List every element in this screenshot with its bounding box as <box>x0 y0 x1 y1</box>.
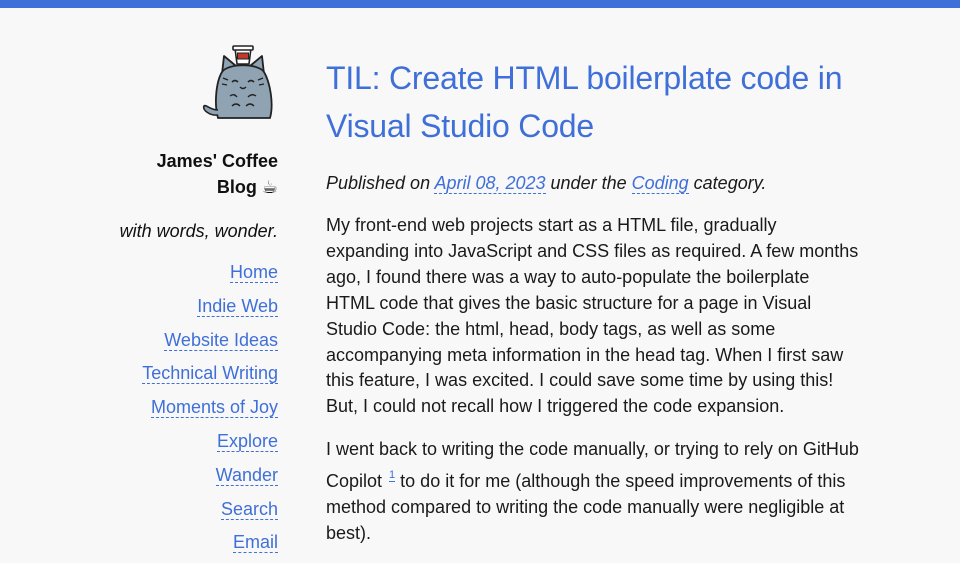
site-tagline: with words, wonder. <box>119 221 278 241</box>
published-prefix: Published on <box>326 173 431 193</box>
nav-item: Website Ideas <box>100 327 278 361</box>
nav-item: Home <box>100 259 278 293</box>
nav-link-home[interactable]: Home <box>229 262 278 283</box>
post-content: TIL: Create HTML boilerplate code in Vis… <box>326 54 866 547</box>
nav-link-indie-web[interactable]: Indie Web <box>197 295 278 317</box>
nav-link-moments-of-joy[interactable]: Moments of Joy <box>150 397 278 419</box>
nav-link-technical-writing[interactable]: Technical Writing <box>142 363 278 385</box>
nav-link-website-ideas[interactable]: Website Ideas <box>164 329 278 351</box>
nav-item: Technical Writing <box>100 360 278 394</box>
nav-item: Search <box>100 496 278 530</box>
post-paragraph-2: I went back to writing the code manually… <box>326 437 862 547</box>
nav-link-explore[interactable]: Explore <box>216 430 278 452</box>
sidebar: James' Coffee Blog ☕ with words, wonder.… <box>100 44 278 563</box>
nav-item: Email <box>100 529 278 563</box>
site-title-line-2: Blog ☕ <box>216 177 278 197</box>
post-meta: Published on April 08, 2023 under the Co… <box>326 170 866 196</box>
category-link[interactable]: Coding <box>631 173 689 194</box>
category-suffix: category. <box>693 173 767 193</box>
post-title: TIL: Create HTML boilerplate code in Vis… <box>326 60 843 144</box>
nav-link-wander[interactable]: Wander <box>215 464 278 486</box>
post-paragraph-1: My front-end web projects start as a HTM… <box>326 215 859 417</box>
post-date-link[interactable]: April 08, 2023 <box>434 173 546 194</box>
nav-link-search[interactable]: Search <box>220 498 278 520</box>
sidebar-nav: Home Indie Web Website Ideas Technical W… <box>100 259 278 563</box>
site-title-line-1: James' Coffee <box>156 151 278 171</box>
top-accent-bar <box>0 0 960 8</box>
paragraph-2-text-end: to do it for me (although the speed impr… <box>326 471 846 543</box>
nav-item: Indie Web <box>100 293 278 327</box>
nav-item: Wander <box>100 462 278 496</box>
nav-item: Moments of Joy <box>100 394 278 428</box>
site-title[interactable]: James' Coffee Blog ☕ <box>100 148 278 200</box>
nav-item: Explore <box>100 428 278 462</box>
nav-link-email[interactable]: Email <box>232 532 278 554</box>
under-text: under the <box>550 173 627 193</box>
coffee-cat-icon[interactable] <box>202 44 278 122</box>
